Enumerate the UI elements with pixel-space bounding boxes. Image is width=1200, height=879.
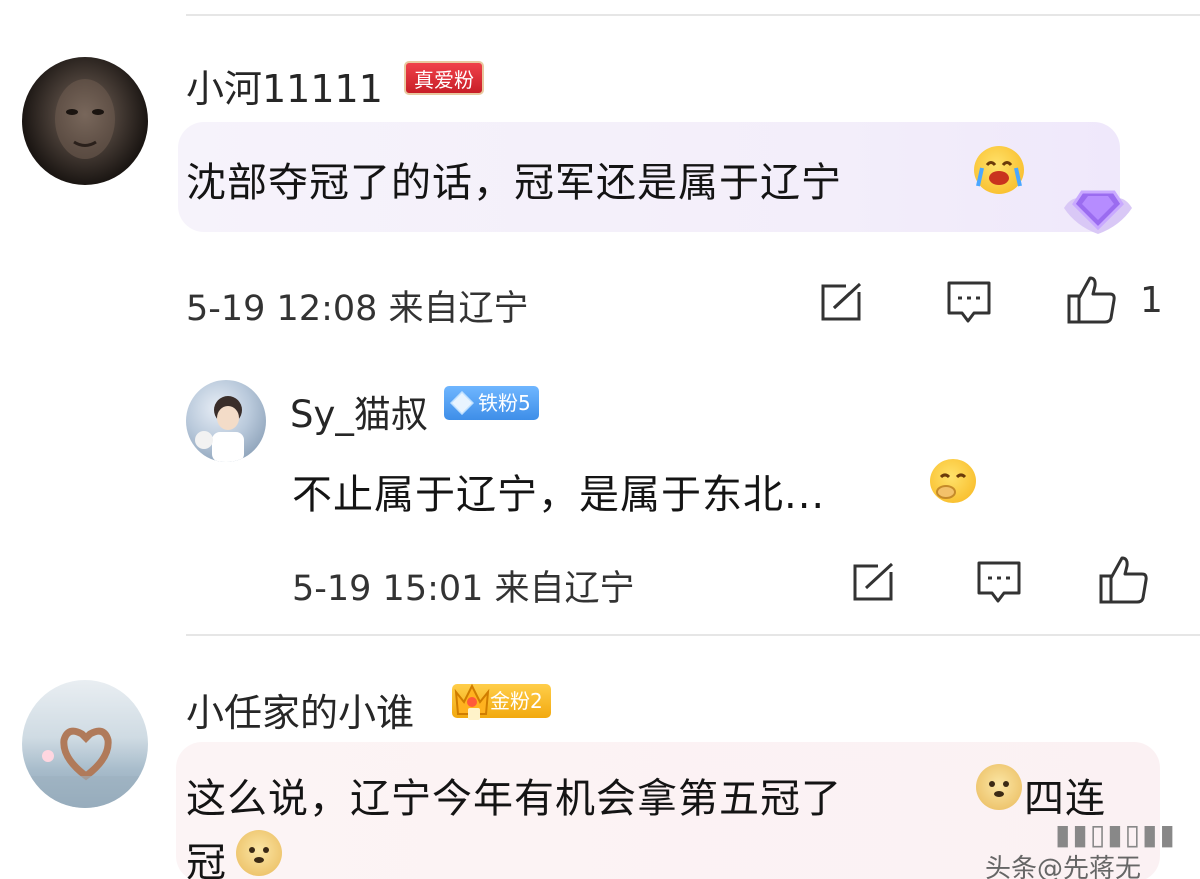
yawn-emoji-icon (930, 459, 976, 503)
share-icon[interactable] (820, 280, 866, 326)
avatar[interactable] (186, 380, 266, 462)
divider (186, 14, 1200, 16)
comment-text: 冠 (186, 840, 227, 879)
laugh-cry-emoji-icon (974, 146, 1024, 194)
divider (186, 634, 1200, 636)
comment-username[interactable]: 小河11111 (186, 58, 383, 113)
doge-emoji-icon (976, 764, 1022, 810)
comment-text: 沈部夺冠了的话，冠军还是属于辽宁 (186, 160, 842, 206)
comment-text: 四连 (1024, 776, 1106, 822)
like-count: 1 (1140, 280, 1163, 321)
comment-reply-icon[interactable] (976, 560, 1022, 610)
comment-reply-icon[interactable] (946, 280, 992, 330)
comment-meta: 5-19 12:08 来自辽宁 (186, 289, 529, 329)
comment-text: 不止属于辽宁，是属于东北... (292, 472, 826, 518)
crown-icon (452, 678, 492, 726)
watermark: 头条@先蒋无 (985, 854, 1142, 879)
avatar[interactable] (22, 57, 148, 185)
diamond-medal-icon (1058, 172, 1138, 242)
comment-username[interactable]: Sy_猫叔 (290, 384, 428, 438)
thumbs-up-icon[interactable] (1098, 554, 1150, 610)
thumbs-up-icon[interactable] (1066, 274, 1118, 330)
avatar[interactable] (22, 680, 148, 808)
comment-username[interactable]: 小任家的小谁 (186, 682, 414, 737)
share-icon[interactable] (852, 560, 898, 606)
comment-text: 这么说，辽宁今年有机会拿第五冠了 (186, 776, 842, 822)
doge-emoji-icon (236, 830, 282, 876)
watermark-bars-icon: ▮▮▯▮▯▮▮ (1055, 818, 1177, 851)
fan-badge: 真爱粉 (404, 61, 484, 95)
diamond-icon (449, 390, 475, 419)
comment-meta: 5-19 15:01 来自辽宁 (292, 569, 635, 609)
